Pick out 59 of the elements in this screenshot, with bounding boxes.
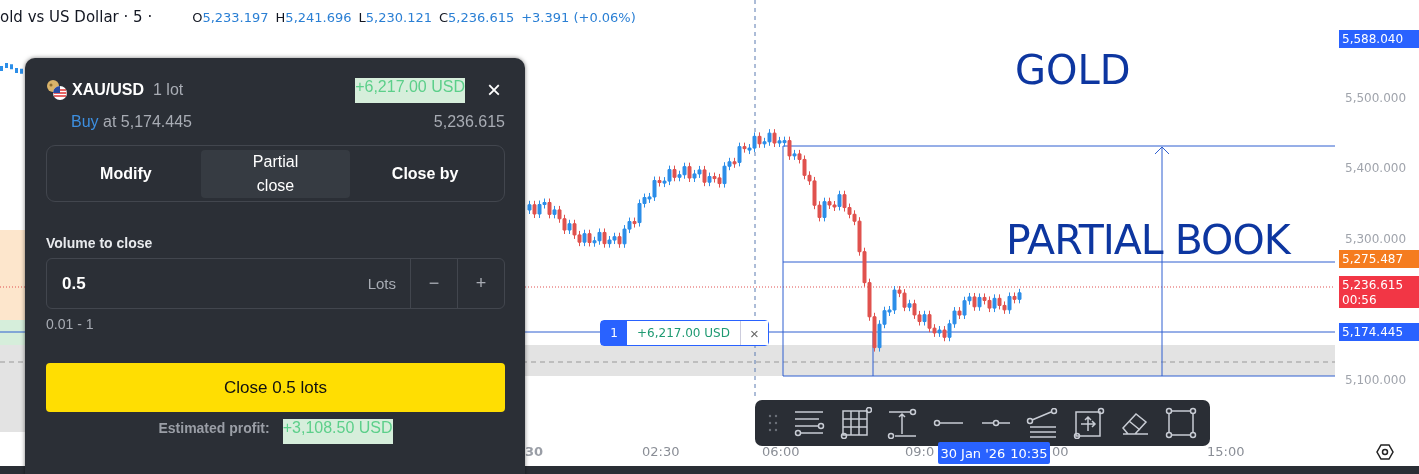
- position-profit: +6,217.00 USD: [355, 77, 465, 103]
- position-size: 1 lot: [153, 81, 184, 99]
- grid-icon[interactable]: [839, 407, 872, 439]
- estimated-profit: +3,108.50 USD: [282, 419, 393, 444]
- tab[interactable]: Close by: [350, 149, 500, 198]
- settings-icon[interactable]: [1376, 443, 1394, 461]
- time-axis-label: 15:00: [1207, 444, 1245, 459]
- price-axis-label: 5,300.000: [1345, 232, 1407, 246]
- tab[interactable]: Modify: [51, 149, 201, 198]
- time-axis-label: 06:00: [762, 444, 800, 459]
- line-icon[interactable]: [933, 418, 966, 428]
- chart-title: old vs US Dollar · 5 ·: [0, 8, 153, 26]
- cursor-date: 30 Jan '26: [940, 445, 1006, 461]
- time-axis-label: 09:0: [905, 444, 935, 459]
- price-axis-label: 5,500.000: [1345, 91, 1407, 105]
- close-button[interactable]: ×: [739, 321, 768, 345]
- ohlc-value: 5,230.121: [365, 10, 432, 25]
- field-label: Volume to close: [46, 235, 154, 251]
- price-change: +3.391 (+0.06%): [521, 10, 636, 25]
- entry-price: Buy at 5,174.445: [71, 113, 192, 131]
- price-axis-label: 5,100.000: [1345, 373, 1407, 387]
- vertical-measure-icon[interactable]: [886, 407, 919, 439]
- volume-range: 0.01 - 1: [46, 316, 95, 332]
- ohlc-label: O: [192, 10, 203, 25]
- time-axis-label: 00: [1052, 444, 1069, 459]
- cursor-time: 10:35: [1010, 445, 1048, 461]
- parallel-lines-icon[interactable]: [793, 409, 826, 437]
- box-arrows-icon[interactable]: [1073, 407, 1106, 439]
- square-icon[interactable]: [1164, 407, 1197, 439]
- horizontal-line-icon[interactable]: [979, 418, 1012, 428]
- candlestick-drawing: [0, 63, 23, 74]
- price-axis-label: 5,400.000: [1345, 161, 1407, 175]
- drag-handle-icon[interactable]: [768, 413, 779, 433]
- ohlc-value: 5,233.197: [202, 10, 269, 25]
- tab[interactable]: Partial close: [200, 149, 351, 198]
- ohlc-value: 5,236.615: [448, 10, 515, 25]
- price-label: 5,174.445: [1339, 323, 1419, 341]
- estimated-profit-label: Estimated profit:: [158, 420, 270, 436]
- price-label: 5,236.615 00:56: [1339, 276, 1419, 308]
- ohlc-label: C: [438, 10, 449, 25]
- close-lots-button[interactable]: Close 0.5 lots: [46, 363, 505, 412]
- price-label: 5,588.040: [1339, 30, 1419, 48]
- current-price: 5,236.615: [433, 113, 505, 131]
- close-button[interactable]: ×: [483, 78, 505, 102]
- fan-lines-icon[interactable]: [1026, 408, 1059, 438]
- time-axis-label: 30: [525, 444, 544, 459]
- ohlc-value: 5,241.696: [285, 10, 352, 25]
- time-axis-label: 02:30: [642, 444, 680, 459]
- position-tag[interactable]: 1 +6,217.00 USD ×: [600, 320, 769, 346]
- price-label: 5,275.487: [1339, 250, 1419, 268]
- position-profit: +6,217.00 USD: [636, 325, 731, 342]
- ohlc-label: L: [358, 10, 366, 25]
- currency-flags-icon: [46, 79, 68, 101]
- symbol-name: XAU/USD: [72, 81, 144, 99]
- chart-annotation: PARTIAL BOOK: [1006, 220, 1290, 261]
- eraser-icon[interactable]: [1119, 410, 1150, 436]
- chart-annotation: GOLD: [1015, 50, 1131, 90]
- ohlc-label: H: [275, 10, 286, 25]
- position-count: 1: [601, 321, 627, 345]
